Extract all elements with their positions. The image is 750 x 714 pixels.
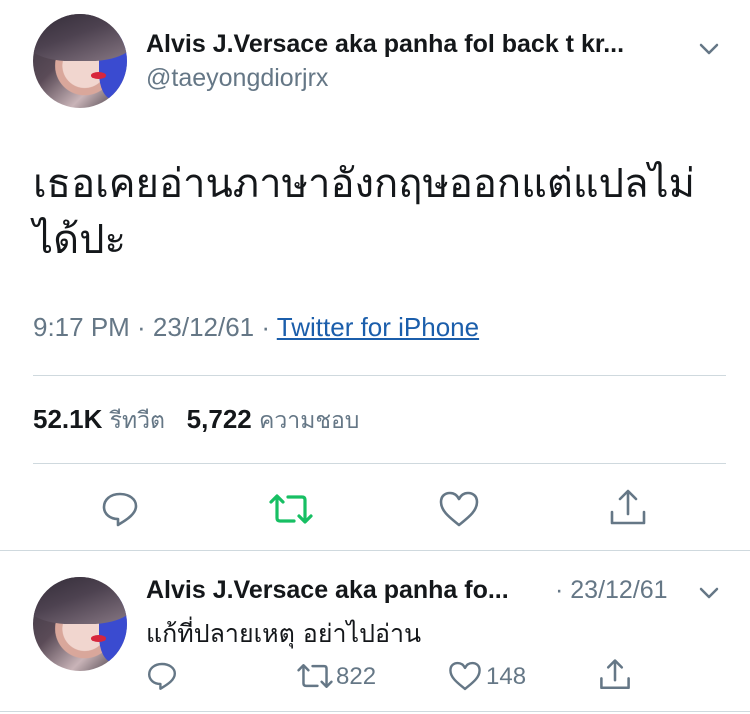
reply-author-avatar[interactable]: [33, 577, 127, 671]
reply-retweet-count[interactable]: 822: [336, 663, 376, 691]
reply-retweet-button[interactable]: [296, 662, 334, 690]
divider: [0, 550, 750, 551]
divider: [33, 375, 726, 376]
reply-reply-button[interactable]: [146, 660, 178, 692]
divider: [33, 463, 726, 464]
retweet-button[interactable]: [268, 492, 314, 526]
reply-button[interactable]: [100, 490, 140, 528]
tweet-meta: 9:17 PM · 23/12/61 · Twitter for iPhone: [33, 312, 479, 343]
reply-author-name[interactable]: Alvis J.Versace aka panha fo...: [146, 576, 509, 605]
tweet-source-link[interactable]: Twitter for iPhone: [277, 312, 479, 342]
like-button[interactable]: [438, 490, 480, 528]
reply-like-count[interactable]: 148: [486, 663, 526, 691]
tweet-stats: 52.1K รีทวีต 5,722 ความชอบ: [33, 403, 359, 439]
chevron-down-icon[interactable]: [696, 580, 722, 606]
like-label[interactable]: ความชอบ: [259, 408, 359, 434]
share-button[interactable]: [608, 488, 648, 528]
retweet-count[interactable]: 52.1K: [33, 404, 102, 434]
retweet-label[interactable]: รีทวีต: [110, 408, 165, 434]
reply-like-button[interactable]: [448, 660, 482, 692]
reply-text: แก้ที่ปลายเหตุ อย่าไปอ่าน: [146, 619, 422, 648]
chevron-down-icon[interactable]: [696, 36, 722, 62]
author-name[interactable]: Alvis J.Versace aka panha fol back t kr.…: [146, 30, 624, 59]
reply-date: · 23/12/61: [555, 576, 668, 604]
author-avatar[interactable]: [33, 14, 127, 108]
author-handle[interactable]: @taeyongdiorjrx: [146, 64, 328, 93]
divider: [0, 711, 750, 712]
like-count[interactable]: 5,722: [187, 404, 252, 434]
reply-share-button[interactable]: [598, 658, 632, 692]
tweet-text: เธอเคยอ่านภาษาอังกฤษออกแต่แปลไม่ได้ปะ: [33, 161, 696, 263]
tweet-timestamp: 9:17 PM · 23/12/61 ·: [33, 312, 277, 342]
